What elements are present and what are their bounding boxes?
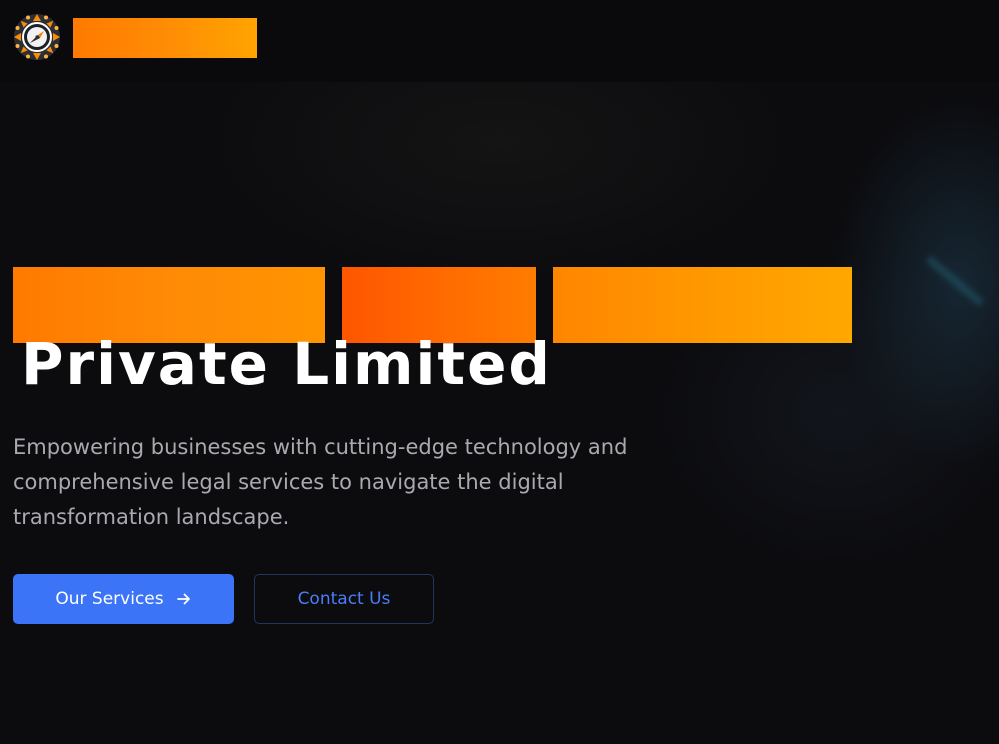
background-decoration bbox=[925, 255, 985, 307]
compass-logo-icon[interactable] bbox=[13, 13, 61, 61]
brand-name-redacted[interactable] bbox=[73, 18, 257, 58]
hero-title-word-3-redacted bbox=[553, 267, 852, 343]
hero-title-line-2: Private Limited bbox=[21, 330, 552, 398]
hero-subtitle: Empowering businesses with cutting-edge … bbox=[13, 435, 628, 529]
hero-section bbox=[0, 82, 999, 744]
page: Private Limited Empowering businesses wi… bbox=[0, 0, 999, 744]
top-navigation-bar bbox=[0, 0, 999, 82]
contact-us-button[interactable]: Contact Us bbox=[254, 574, 434, 624]
contact-us-label: Contact Us bbox=[297, 589, 391, 609]
arrow-right-icon bbox=[176, 591, 192, 607]
our-services-label: Our Services bbox=[55, 589, 164, 609]
our-services-button[interactable]: Our Services bbox=[13, 574, 234, 624]
